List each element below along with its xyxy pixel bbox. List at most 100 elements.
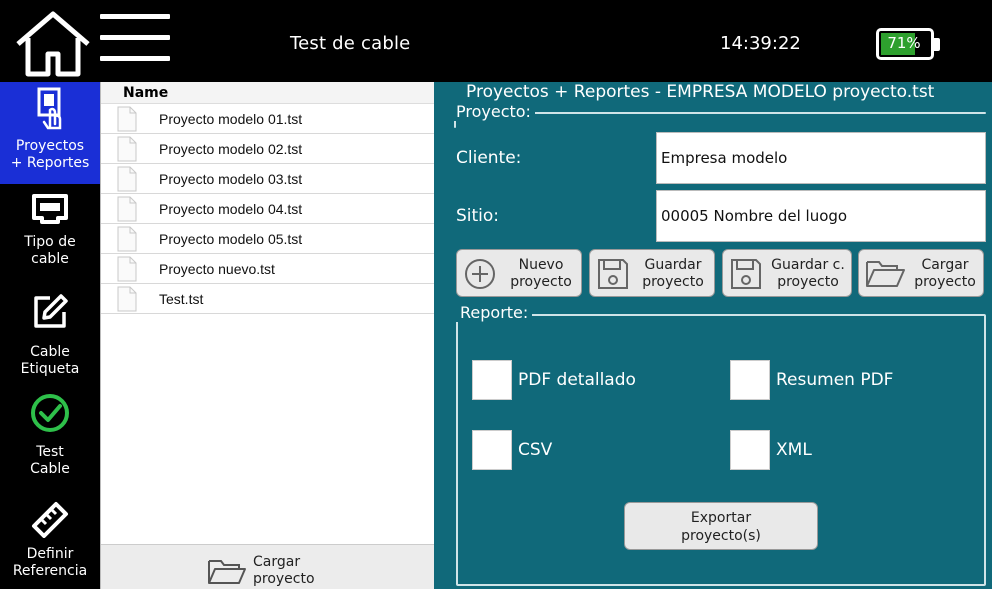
nav-label-2: + Reportes <box>10 155 90 171</box>
load-project-line2: proyecto <box>914 274 976 290</box>
nav-label-1: Cable <box>30 344 70 360</box>
nav-item-cable-etiqueta[interactable]: Cable Etiqueta <box>0 292 100 382</box>
file-name: Proyecto modelo 01.tst <box>159 111 303 127</box>
plus-circle-icon <box>465 259 495 289</box>
home-button[interactable] <box>12 10 94 78</box>
side-nav: Proyectos + Reportes Tipo de cable Cable… <box>0 82 100 589</box>
folder-open-icon <box>208 560 246 584</box>
new-project-line2: proyecto <box>510 274 572 290</box>
menu-icon <box>100 14 170 19</box>
projects-reports-panel: Proyectos + Reportes - EMPRESA MODELO pr… <box>434 82 992 589</box>
nav-label-2: Cable <box>30 461 70 477</box>
nav-item-definir-referencia[interactable]: Definir Referencia <box>0 496 100 589</box>
file-icon <box>117 226 137 252</box>
nav-label-1: Tipo de <box>24 234 76 250</box>
save-project-label: Guardar proyecto <box>634 257 712 291</box>
save-project-line2: proyecto <box>642 274 704 290</box>
report-icon <box>37 87 62 130</box>
file-list-item[interactable]: Test.tst <box>101 284 435 314</box>
pdf-detailed-checkbox[interactable] <box>472 360 512 400</box>
file-icon <box>117 136 137 162</box>
nav-label-2: Referencia <box>12 563 88 579</box>
load-project-line1: Cargar <box>921 257 969 273</box>
file-name: Test.tst <box>159 291 204 307</box>
export-projects-button[interactable]: Exportar proyecto(s) <box>624 502 818 550</box>
file-list-item[interactable]: Proyecto modelo 01.tst <box>101 104 435 134</box>
site-label: Sitio: <box>456 206 500 226</box>
load-project-button-bottom[interactable]: Cargar proyecto <box>101 544 435 589</box>
menu-icon-bar <box>100 56 170 61</box>
new-project-label: Nuevo proyecto <box>503 257 579 291</box>
file-name: Proyecto modelo 02.tst <box>159 141 303 157</box>
screen-title: Test de cable <box>290 33 411 54</box>
nav-label-2: Etiqueta <box>20 361 80 377</box>
file-icon <box>117 196 137 222</box>
menu-button[interactable] <box>100 14 170 72</box>
edit-pencil-icon <box>34 294 68 328</box>
file-list-item[interactable]: Proyecto modelo 05.tst <box>101 224 435 254</box>
file-name: Proyecto modelo 05.tst <box>159 231 303 247</box>
client-label: Cliente: <box>456 148 522 168</box>
home-icon <box>16 11 90 77</box>
file-list-item[interactable]: Proyecto modelo 04.tst <box>101 194 435 224</box>
floppy-disk-icon <box>731 259 761 289</box>
save-as-project-line1: Guardar c. <box>771 257 845 273</box>
new-project-button[interactable]: Nuevo proyecto <box>456 249 582 297</box>
battery-terminal <box>934 38 940 51</box>
top-bar: Test de cable 14:39:22 71% <box>0 0 992 82</box>
pdf-summary-checkbox[interactable] <box>730 360 770 400</box>
save-as-project-button[interactable]: Guardar c. proyecto <box>722 249 852 297</box>
menu-icon-bar <box>100 35 170 40</box>
pdf-detailed-label: PDF detallado <box>518 370 636 390</box>
site-field[interactable]: 00005 Nombre del luogo <box>656 190 986 242</box>
battery-percent: 71% <box>887 34 921 52</box>
nav-item-test-cable[interactable]: Test Cable <box>0 392 100 482</box>
report-group-label: Reporte: <box>456 303 533 322</box>
nav-label-2: cable <box>31 251 69 267</box>
file-name: Proyecto modelo 04.tst <box>159 201 303 217</box>
file-name: Proyecto nuevo.tst <box>159 261 275 277</box>
nav-label-1: Proyectos <box>15 138 85 154</box>
folder-open-icon <box>866 261 905 287</box>
csv-label: CSV <box>518 440 553 460</box>
battery-indicator: 71% <box>876 28 940 60</box>
load-project-button[interactable]: Cargar proyecto <box>858 249 984 297</box>
pdf-summary-label: Resumen PDF <box>776 370 894 390</box>
file-list-item[interactable]: Proyecto modelo 02.tst <box>101 134 435 164</box>
client-field[interactable]: Empresa modelo <box>656 132 986 184</box>
nav-label-1: Test <box>36 444 64 460</box>
panel-title: Proyectos + Reportes - EMPRESA MODELO pr… <box>466 82 935 102</box>
file-icon <box>117 256 137 282</box>
floppy-disk-icon <box>598 259 628 289</box>
load-project-line2: proyecto <box>253 571 315 587</box>
xml-checkbox[interactable] <box>730 430 770 470</box>
project-group-label: Proyecto: <box>452 102 535 121</box>
file-icon <box>117 286 137 312</box>
file-icon <box>117 106 137 132</box>
nav-label-1: Definir <box>26 546 74 562</box>
file-icon <box>117 166 137 192</box>
load-project-label: Cargar proyecto <box>253 554 315 588</box>
file-name: Proyecto modelo 03.tst <box>159 171 303 187</box>
xml-label: XML <box>776 440 812 460</box>
new-project-line1: Nuevo <box>518 257 564 273</box>
csv-checkbox[interactable] <box>472 430 512 470</box>
check-circle-icon <box>31 394 69 432</box>
rj45-connector-icon <box>32 194 68 224</box>
load-project-label: Cargar proyecto <box>907 257 983 291</box>
ruler-icon <box>32 502 68 538</box>
file-list-header[interactable]: Name <box>101 82 435 104</box>
nav-item-proyectos-reportes[interactable]: Proyectos + Reportes <box>0 82 100 184</box>
load-project-line1: Cargar <box>253 554 301 570</box>
save-project-line1: Guardar <box>644 257 702 273</box>
file-list-panel: Name Proyecto modelo 01.tst Proyecto mode… <box>100 82 435 589</box>
save-as-project-label: Guardar c. proyecto <box>767 257 849 291</box>
save-as-project-line2: proyecto <box>777 274 839 290</box>
clock: 14:39:22 <box>720 33 801 54</box>
save-project-button[interactable]: Guardar proyecto <box>589 249 715 297</box>
file-list-item[interactable]: Proyecto nuevo.tst <box>101 254 435 284</box>
export-line2: proyecto(s) <box>681 528 761 544</box>
export-line1: Exportar <box>690 510 752 526</box>
nav-item-tipo-de-cable[interactable]: Tipo de cable <box>0 186 100 268</box>
file-list-item[interactable]: Proyecto modelo 03.tst <box>101 164 435 194</box>
